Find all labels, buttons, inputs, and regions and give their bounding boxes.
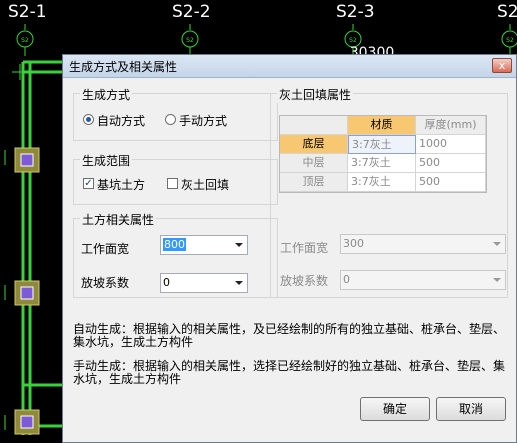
auto-mode-radio[interactable] <box>83 114 94 125</box>
gen-scope-title: 生成范围 <box>80 152 133 169</box>
axis-label: S2-3 <box>336 2 375 22</box>
slope-select[interactable]: 0 <box>160 273 248 293</box>
axis-label: S2- <box>497 2 517 22</box>
backfill-slope-select[interactable]: 0 <box>340 270 506 290</box>
manual-mode-label[interactable]: 手动方式 <box>179 112 227 129</box>
work-width-label: 工作面宽 <box>81 242 130 256</box>
pit-label[interactable]: 基坑土方 <box>97 176 145 193</box>
table-cell[interactable]: 3:7灰土 <box>348 173 416 192</box>
backfill-checkbox[interactable] <box>167 178 178 189</box>
axis-bubble-label: S2 <box>349 37 357 44</box>
axis-bubble-label: S2 <box>506 37 514 44</box>
chevron-down-icon <box>493 242 501 246</box>
chevron-down-icon <box>235 243 243 247</box>
table-header-thickness[interactable]: 厚度(mm) <box>416 116 486 135</box>
backfill-work-width-value: 300 <box>343 237 364 250</box>
manual-mode-note: 手动生成：根据输入的相关属性，选择已经绘制好的独立基础、桩承台、垫层、集水坑，生… <box>73 359 506 386</box>
work-width-value: 800 <box>163 238 186 251</box>
backfill-work-width-select[interactable]: 300 <box>340 234 506 254</box>
backfill-table[interactable]: 材质 厚度(mm) 底层 3:7灰土 1000 中层 3:7灰土 500 顶层 … <box>279 115 487 193</box>
manual-mode-radio[interactable] <box>165 114 176 125</box>
axis-bubble-label: S2 <box>21 37 29 44</box>
slope-label: 放坡系数 <box>81 276 130 290</box>
pit-checkbox[interactable]: ✓ <box>83 178 94 189</box>
backfill-work-width-label: 工作面宽 <box>280 241 329 255</box>
chevron-down-icon <box>493 278 501 282</box>
earth-props-group: 土方相关属性 工作面宽 800 放坡系数 0 <box>73 211 278 298</box>
backfill-props-title: 灰土回填属性 <box>277 86 354 103</box>
axis-label: S2-2 <box>172 2 211 22</box>
table-row-header[interactable]: 顶层 <box>280 173 348 192</box>
slope-value: 0 <box>163 276 170 289</box>
axis-bubble-label: S2 <box>186 37 194 44</box>
gen-mode-title: 生成方式 <box>80 86 133 103</box>
table-header-material[interactable]: 材质 <box>348 116 416 135</box>
dialog-title: 生成方式及相关属性 <box>69 60 178 74</box>
backfill-slope-label: 放坡系数 <box>280 274 329 288</box>
earth-props-title: 土方相关属性 <box>80 211 157 228</box>
table-cell[interactable]: 1000 <box>416 135 486 154</box>
title-bar[interactable]: 生成方式及相关属性 x <box>63 55 516 78</box>
close-button[interactable]: x <box>492 58 512 73</box>
auto-mode-label[interactable]: 自动方式 <box>97 112 145 129</box>
backfill-label[interactable]: 灰土回填 <box>181 176 229 193</box>
cancel-button[interactable]: 取消 <box>436 397 506 421</box>
table-cell[interactable]: 3:7灰土 <box>348 154 416 173</box>
chevron-down-icon <box>235 281 243 285</box>
axis-labels: S2-1 S2-2 S2-3 S2- <box>8 2 517 22</box>
table-row-header[interactable]: 底层 <box>280 135 348 154</box>
table-corner <box>280 116 348 135</box>
work-width-select[interactable]: 800 <box>160 235 248 255</box>
axis-label: S2-1 <box>8 2 47 22</box>
table-cell[interactable]: 3:7灰土 <box>348 135 416 154</box>
table-cell[interactable]: 500 <box>416 173 486 192</box>
gen-mode-group: 生成方式 自动方式 手动方式 <box>73 86 278 141</box>
axis-bubbles <box>16 24 517 56</box>
pile-caps <box>14 147 40 435</box>
gen-scope-group: 生成范围 ✓ 基坑土方 灰土回填 <box>73 152 278 205</box>
dialog-window: 生成方式及相关属性 x 生成方式 自动方式 手动方式 生成范围 ✓ 基坑土方 灰… <box>62 54 517 443</box>
backfill-slope-value: 0 <box>343 273 350 286</box>
ok-button[interactable]: 确定 <box>360 397 430 421</box>
auto-mode-note: 自动生成：根据输入的相关属性，及已经绘制的所有的独立基础、桩承台、垫层、集水坑，… <box>73 322 506 349</box>
table-cell[interactable]: 500 <box>416 154 486 173</box>
close-icon: x <box>498 59 506 72</box>
table-row-header[interactable]: 中层 <box>280 154 348 173</box>
